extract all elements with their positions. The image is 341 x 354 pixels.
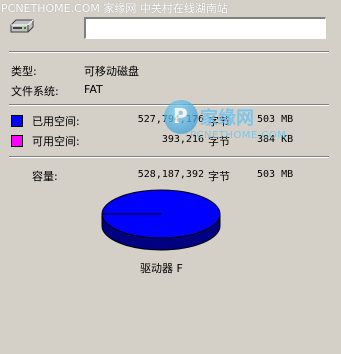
filesystem-value: FAT [84,83,103,96]
free-space-size: 384 KB [257,134,294,145]
free-space-swatch [11,135,23,147]
used-space-label: 已用空间: [32,115,80,128]
drive-name-input[interactable] [84,17,326,39]
watermark-text: PCNETHOME.COM 家缘网 中关村在线湖南站 [1,2,228,15]
free-space-label: 可用空间: [32,135,80,148]
separator-bottom [9,156,329,158]
free-space-bytes: 393,216 [161,134,204,145]
capacity-label: 容量: [32,170,58,183]
separator-middle [9,104,329,106]
capacity-unit: 字节 [208,170,230,183]
type-value: 可移动磁盘 [84,65,139,78]
drive-label: 驱动器 F [140,262,183,275]
capacity-size: 503 MB [257,169,294,180]
separator-top [9,51,329,53]
used-space-unit: 字节 [208,115,230,128]
used-space-size: 503 MB [257,114,294,125]
type-label: 类型: [11,65,37,78]
used-space-swatch [11,115,23,127]
filesystem-label: 文件系统: [11,85,59,98]
used-space-bytes: 527,794,176 [137,114,204,125]
free-space-unit: 字节 [208,135,230,148]
capacity-bytes: 528,187,392 [137,169,204,180]
disk-usage-pie-chart [101,189,221,251]
drive-icon [10,19,34,33]
